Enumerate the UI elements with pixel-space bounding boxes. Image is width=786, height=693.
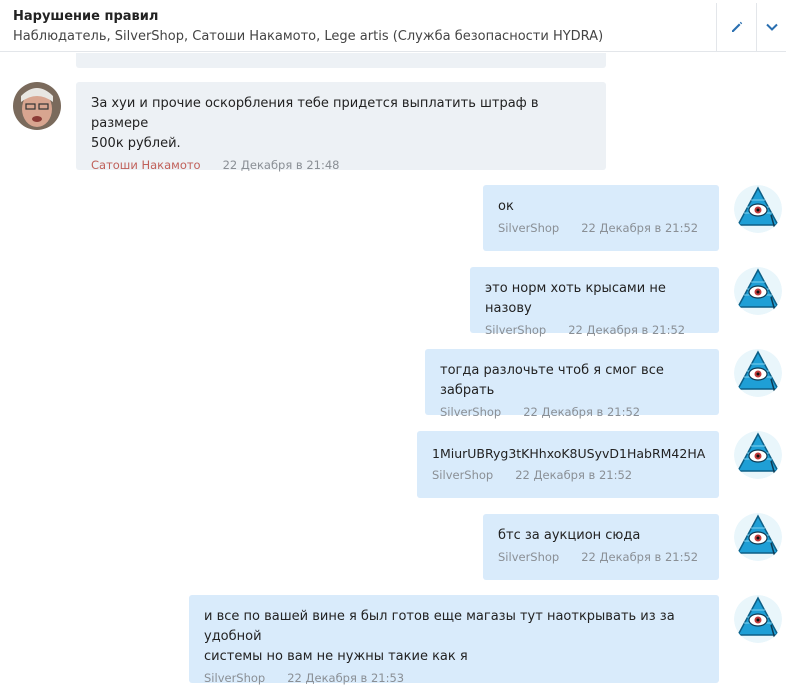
message-author[interactable]: SilverShop — [432, 468, 493, 482]
pyramid-eye-icon — [734, 431, 782, 479]
message-bubble: это норм хоть крысами не назову SilverSh… — [470, 267, 719, 337]
message-author[interactable]: SilverShop — [204, 671, 265, 685]
avatar[interactable] — [734, 513, 782, 561]
message-meta: SilverShop 22 Декабря в 21:52 — [498, 550, 704, 564]
pyramid-eye-icon — [734, 513, 782, 561]
message-text: За хуи и прочие оскорбления тебе придетс… — [91, 96, 539, 151]
more-button[interactable] — [756, 3, 786, 51]
message-text: и все по вашей вине я был готов еще мага… — [204, 609, 675, 664]
chat-title: Нарушение правил — [13, 9, 159, 24]
message-bubble: бтс за аукцион сюда SilverShop 22 Декабря… — [483, 514, 719, 580]
message-meta: SilverShop 22 Декабря в 21:52 — [432, 468, 704, 482]
message-bubble: и все по вашей вине я был готов еще мага… — [189, 595, 719, 685]
avatar[interactable] — [13, 82, 61, 130]
edit-button[interactable] — [716, 3, 756, 51]
pyramid-eye-icon — [734, 595, 782, 643]
avatar[interactable] — [734, 349, 782, 397]
pyramid-eye-icon — [734, 349, 782, 397]
message-text: бтс за аукцион сюда — [498, 528, 641, 543]
chevron-down-icon — [765, 23, 778, 31]
pencil-icon — [731, 21, 742, 32]
message-author[interactable]: SilverShop — [485, 323, 546, 337]
pyramid-eye-icon — [734, 185, 782, 233]
message-time: 22 Декабря в 21:52 — [568, 323, 686, 337]
message-author[interactable]: Сатоши Накамото — [91, 158, 201, 172]
message-text: тогда разлочьте чтоб я смог все забрать — [440, 363, 669, 398]
message-author[interactable]: SilverShop — [498, 221, 559, 235]
message-time: 22 Декабря в 21:52 — [581, 221, 699, 235]
avatar[interactable] — [734, 185, 782, 233]
message-meta: Сатоши Накамото 22 Декабря в 21:48 — [91, 158, 591, 172]
message-meta: SilverShop 22 Декабря в 21:52 — [498, 221, 704, 235]
message-time: 22 Декабря в 21:52 — [515, 468, 633, 482]
message-time: 22 Декабря в 21:53 — [287, 671, 405, 685]
message-text: ок — [498, 199, 514, 214]
message-text: 1MiurUBRyg3tKHhxoK8USyvD1HabRM42HA — [432, 446, 706, 461]
message-meta: SilverShop 22 Декабря в 21:52 — [485, 323, 704, 337]
message-feed[interactable]: За хуи и прочие оскорбления тебе придетс… — [0, 53, 786, 693]
message-meta: SilverShop 22 Декабря в 21:52 — [440, 405, 704, 419]
chat-header: Нарушение правил Наблюдатель, SilverShop… — [0, 0, 786, 52]
message-author[interactable]: SilverShop — [440, 405, 501, 419]
chat-participants: Наблюдатель, SilverShop, Сатоши Накамото… — [13, 29, 604, 44]
message-meta: SilverShop 22 Декабря в 21:53 — [204, 671, 704, 685]
message-bubble: За хуи и прочие оскорбления тебе придетс… — [76, 82, 606, 172]
message-bubble: ок SilverShop 22 Декабря в 21:52 — [483, 185, 719, 251]
avatar[interactable] — [734, 595, 782, 643]
message-time: 22 Декабря в 21:52 — [581, 550, 699, 564]
message-text: это норм хоть крысами не назову — [485, 281, 670, 316]
avatar[interactable] — [734, 431, 782, 479]
message-time: 22 Декабря в 21:48 — [222, 158, 340, 172]
previous-message-tail — [76, 53, 606, 68]
message-time: 22 Декабря в 21:52 — [523, 405, 641, 419]
person-photo-avatar — [13, 82, 61, 130]
avatar[interactable] — [734, 267, 782, 315]
message-bubble: 1MiurUBRyg3tKHhxoK8USyvD1HabRM42HA Silve… — [417, 431, 719, 498]
message-bubble: тогда разлочьте чтоб я смог все забрать … — [425, 349, 719, 419]
message-author[interactable]: SilverShop — [498, 550, 559, 564]
pyramid-eye-icon — [734, 267, 782, 315]
